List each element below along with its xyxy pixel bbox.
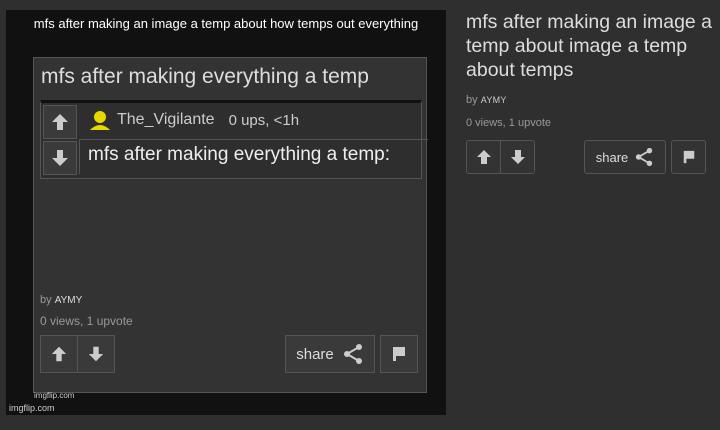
- inner-comment: The_Vigilante 0 ups, <1h mfs after makin…: [40, 100, 428, 179]
- upvote-icon: [476, 150, 491, 164]
- meme-image: mfs after making an image a temp about h…: [6, 10, 446, 415]
- share-label: share: [595, 149, 629, 165]
- comment-downvote-icon: [43, 141, 77, 175]
- comment-text: mfs after making everything a temp:: [79, 139, 428, 174]
- inner-watermark: imgflip.com: [34, 391, 75, 400]
- post-title: mfs after making an image a temp about i…: [466, 11, 713, 81]
- inner-share-button: share: [285, 335, 375, 373]
- inner-upvote-icon: [41, 336, 77, 372]
- comment-header: The_Vigilante 0 ups, <1h: [89, 109, 299, 131]
- inner-flag-icon: [380, 335, 418, 373]
- inner-share-icon: [343, 344, 362, 364]
- author-link[interactable]: AYMY: [481, 95, 507, 105]
- byline-prefix: by: [466, 94, 478, 106]
- inner-vote-buttons: [40, 335, 115, 373]
- meme-caption: mfs after making an image a temp about h…: [33, 16, 419, 31]
- inner-share-label: share: [296, 345, 334, 363]
- share-icon: [636, 147, 653, 167]
- share-button[interactable]: share: [584, 140, 666, 174]
- post-byline: by AYMY: [466, 94, 507, 106]
- upvote-button[interactable]: [467, 141, 500, 173]
- post-stats: 0 views, 1 upvote: [466, 117, 551, 129]
- meme-watermark: imgflip.com: [9, 403, 55, 413]
- inner-title: mfs after making everything a temp: [41, 65, 369, 88]
- comment-vote-column: [43, 105, 77, 175]
- user-avatar-icon: [90, 111, 110, 130]
- flag-button[interactable]: [671, 140, 706, 174]
- inner-stats: 0 views, 1 upvote: [40, 314, 133, 328]
- downvote-button[interactable]: [500, 141, 534, 173]
- inner-author: AYMY: [54, 295, 83, 306]
- inner-byline-prefix: by: [40, 294, 52, 306]
- vote-buttons: [466, 140, 535, 174]
- inner-byline: by AYMY: [40, 294, 82, 306]
- comment-upvote-icon: [43, 105, 77, 139]
- comment-meta: 0 ups, <1h: [228, 111, 300, 129]
- flag-icon: [683, 150, 694, 164]
- downvote-icon: [510, 150, 525, 164]
- inner-downvote-icon: [77, 336, 114, 372]
- inner-screenshot: mfs after making everything a temp The_V…: [33, 57, 428, 400]
- comment-username: The_Vigilante: [117, 111, 215, 128]
